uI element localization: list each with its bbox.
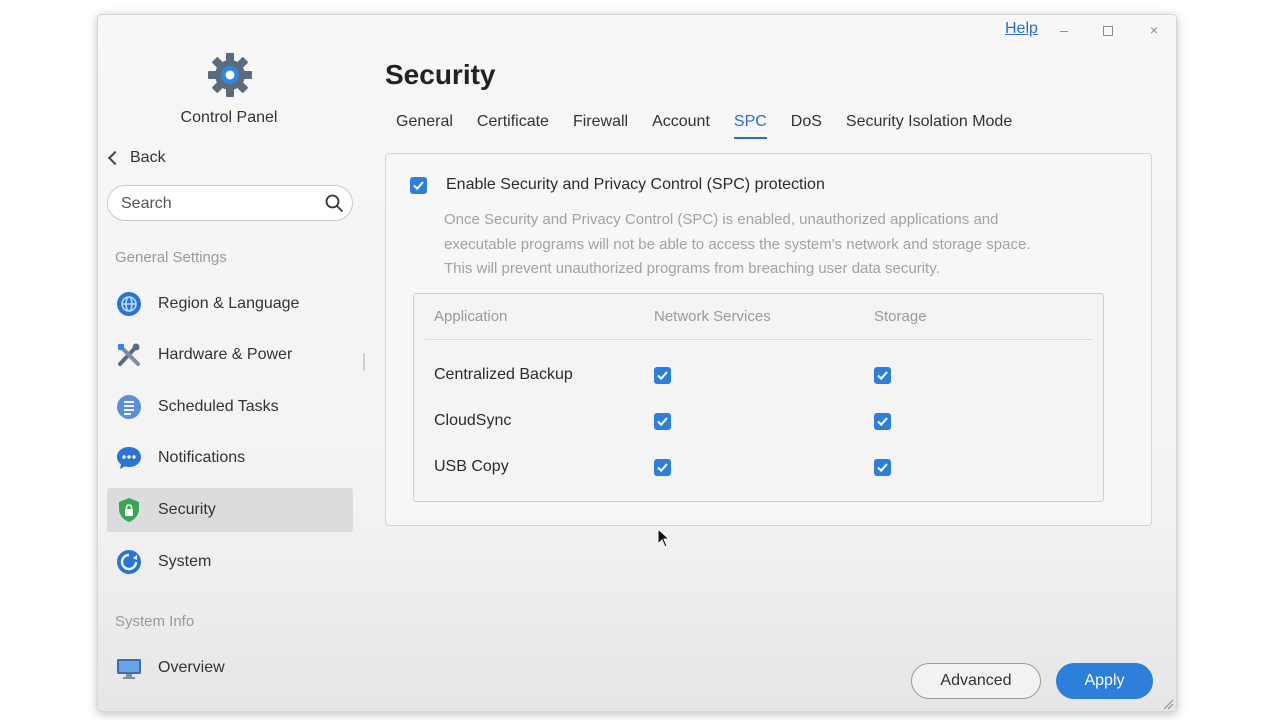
section-system-info: System Info — [115, 613, 195, 630]
minimize-button[interactable]: – — [1054, 20, 1074, 40]
sidebar-item-hardware-power[interactable]: Hardware & Power — [107, 333, 353, 377]
sidebar-item-label: Scheduled Tasks — [158, 398, 279, 415]
table-row-application: USB Copy — [434, 458, 509, 475]
sidebar: Control Panel Back General Settings Regi… — [98, 15, 368, 711]
help-link[interactable]: Help — [1005, 20, 1038, 38]
mouse-pointer-icon — [657, 527, 671, 553]
enable-spc-checkbox[interactable] — [410, 176, 427, 194]
application-table: Application Network Services Storage Cen… — [413, 293, 1104, 502]
apply-button[interactable]: Apply — [1056, 663, 1153, 699]
network-services-checkbox[interactable] — [654, 413, 671, 430]
maximize-icon — [1103, 26, 1113, 37]
search-box — [107, 185, 353, 221]
page-title: Security — [385, 59, 496, 90]
header-divider — [425, 339, 1092, 340]
back-button[interactable]: Back — [107, 149, 166, 167]
tab-dos[interactable]: DoS — [791, 113, 822, 137]
control-panel-window: Help – × Control Panel Back Search Gener… — [97, 14, 1177, 712]
tools-icon — [115, 341, 143, 369]
spc-panel: Enable Security and Privacy Control (SPC… — [385, 153, 1152, 526]
network-services-checkbox[interactable] — [654, 367, 671, 384]
description-line: Once Security and Privacy Control (SPC) … — [444, 211, 999, 228]
description-line: executable programs will not be able to … — [444, 235, 1031, 253]
tab-bar: General Certificate Firewall Account SPC… — [396, 113, 1036, 139]
column-header-storage: Storage — [874, 308, 927, 325]
sidebar-item-region-language[interactable]: Region & Language — [107, 282, 353, 326]
column-header-network-services: Network Services — [654, 308, 771, 325]
spc-description: Once Security and Privacy Control (SPC) … — [444, 208, 1124, 282]
enable-spc-row: Enable Security and Privacy Control (SPC… — [410, 176, 825, 194]
chat-bubble-icon — [115, 444, 143, 472]
sidebar-item-label: Hardware & Power — [158, 346, 293, 363]
close-button[interactable]: × — [1144, 20, 1164, 40]
storage-checkbox[interactable] — [874, 413, 891, 430]
storage-checkbox[interactable] — [874, 459, 891, 476]
gear-icon — [206, 51, 254, 99]
system-icon — [115, 548, 143, 576]
shield-icon — [115, 496, 143, 524]
storage-checkbox[interactable] — [874, 367, 891, 384]
sidebar-item-label: Region & Language — [158, 295, 300, 312]
sidebar-item-label: Security — [158, 501, 216, 518]
description-line: This will prevent unauthorized programs … — [444, 260, 940, 277]
app-title: Control Panel — [180, 109, 278, 126]
tab-spc[interactable]: SPC — [733, 113, 767, 139]
sidebar-item-scheduled-tasks[interactable]: Scheduled Tasks — [107, 385, 353, 429]
table-row-application: CloudSync — [434, 412, 512, 429]
table-row-application: Centralized Backup — [434, 366, 573, 383]
chevron-left-icon — [107, 150, 123, 166]
sidebar-item-label: Notifications — [158, 449, 246, 466]
tab-certificate[interactable]: Certificate — [477, 113, 549, 137]
back-label: Back — [130, 149, 166, 166]
sidebar-item-security[interactable]: Security — [107, 488, 353, 532]
sidebar-item-label: System — [158, 553, 212, 570]
tab-security-isolation-mode[interactable]: Security Isolation Mode — [846, 113, 1012, 137]
globe-icon — [115, 290, 143, 318]
network-services-checkbox[interactable] — [654, 459, 671, 476]
sidebar-item-label: Overview — [158, 659, 225, 676]
tasks-icon — [115, 393, 143, 421]
sidebar-item-notifications[interactable]: Notifications — [107, 436, 353, 480]
monitor-icon — [115, 654, 143, 682]
maximize-button[interactable] — [1098, 20, 1118, 40]
sidebar-item-system[interactable]: System — [107, 540, 353, 584]
search-input[interactable] — [119, 194, 323, 214]
tab-general[interactable]: General — [396, 113, 453, 137]
enable-spc-label: Enable Security and Privacy Control (SPC… — [446, 176, 825, 193]
tab-firewall[interactable]: Firewall — [573, 113, 628, 137]
column-header-application: Application — [434, 308, 508, 325]
section-general-settings: General Settings — [115, 249, 227, 266]
resize-grip-icon[interactable] — [1162, 697, 1174, 710]
tab-account[interactable]: Account — [652, 113, 710, 137]
search-icon[interactable] — [325, 194, 343, 212]
advanced-button[interactable]: Advanced — [911, 663, 1041, 699]
sidebar-scrollbar[interactable] — [363, 353, 365, 371]
sidebar-item-overview[interactable]: Overview — [107, 646, 353, 690]
